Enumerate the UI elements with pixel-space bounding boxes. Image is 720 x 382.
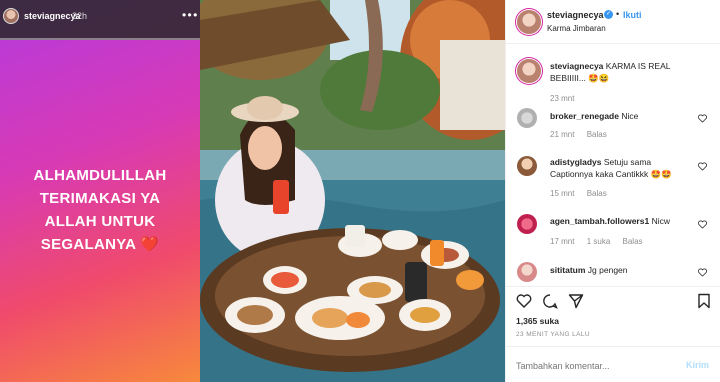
comment-text: broker_renegade Nice <box>550 110 690 122</box>
comment-username[interactable]: agen_tambah.followers1 <box>550 216 649 226</box>
comment-icon[interactable] <box>542 293 558 309</box>
story-line: ALHAMDULILLAH <box>33 167 167 184</box>
caption-text: steviagnecya KARMA IS REAL BEBIIIII... 🤩… <box>550 60 690 84</box>
comment-username[interactable]: broker_renegade <box>550 111 619 121</box>
commenter-avatar[interactable] <box>517 262 537 282</box>
story-avatar[interactable] <box>3 8 19 24</box>
verified-badge-icon: ✓ <box>604 10 613 19</box>
comment-text: agen_tambah.followers1 Nicw <box>550 215 690 227</box>
comment-username[interactable]: adistygladys <box>550 157 602 167</box>
header-separator: • <box>616 9 620 19</box>
comment-username[interactable]: sititatum <box>550 265 585 275</box>
post-details-panel: steviagnecya ✓ • Ikuti Karma Jimbaran st… <box>505 0 720 382</box>
add-comment-bar: Kirim <box>506 346 720 382</box>
add-comment-input[interactable] <box>516 359 676 373</box>
story-line: TERIMAKASI YA <box>39 190 161 207</box>
story-progress-bar <box>0 38 200 40</box>
comment-body: Jg pengen <box>587 265 628 275</box>
comment-likes[interactable]: 1 suka <box>587 237 611 246</box>
comment-body: Nice <box>621 111 639 121</box>
comment-body: Nicw <box>651 216 670 226</box>
follow-button[interactable]: Ikuti <box>623 10 642 20</box>
likes-count[interactable]: 1,365 suka <box>516 316 559 326</box>
post-time-ago: 23 MENIT YANG LALU <box>516 331 591 338</box>
story-time: 22h <box>72 11 88 21</box>
comment-time: 17 mnt <box>550 237 575 246</box>
caption-time: 23 mnt <box>550 94 575 103</box>
heart-emoji: ❤️ <box>140 236 160 253</box>
author-avatar[interactable] <box>517 10 541 34</box>
post-header: steviagnecya ✓ • Ikuti Karma Jimbaran <box>506 0 720 44</box>
more-options-icon[interactable]: • • • <box>182 8 197 22</box>
story-panel[interactable]: steviagnecya 22h • • • ALHAMDULILLAH TER… <box>0 0 200 382</box>
like-comment-heart-icon[interactable] <box>698 162 707 171</box>
comment-text: adistygladys Setuju sama Captionnya kaka… <box>550 156 690 180</box>
reply-button[interactable]: Balas <box>587 130 607 139</box>
share-icon[interactable] <box>568 293 584 309</box>
story-text: ALHAMDULILLAH TERIMAKASI YA ALLAH UNTUK … <box>10 164 190 256</box>
comment-meta: 21 mnt Balas <box>550 130 617 139</box>
commenter-avatar[interactable] <box>517 156 537 176</box>
commenter-avatar[interactable] <box>517 214 537 234</box>
story-line: ALLAH UNTUK <box>44 213 156 230</box>
reply-button[interactable]: Balas <box>587 189 607 198</box>
save-bookmark-icon[interactable] <box>697 293 711 309</box>
caption-avatar[interactable] <box>517 59 541 83</box>
comment-time: 15 mnt <box>550 189 575 198</box>
post-photo[interactable] <box>200 0 505 382</box>
comment-meta: 17 mnt 1 suka Balas <box>550 237 653 246</box>
commenter-avatar[interactable] <box>517 108 537 128</box>
post-location[interactable]: Karma Jimbaran <box>547 24 606 33</box>
comment-text: sititatum Jg pengen <box>550 264 690 276</box>
comment-time: 21 mnt <box>550 130 575 139</box>
caption-username[interactable]: steviagnecya <box>550 61 603 71</box>
like-comment-heart-icon[interactable] <box>698 220 707 229</box>
like-heart-icon[interactable] <box>516 293 532 309</box>
author-username[interactable]: steviagnecya <box>547 10 604 20</box>
caption-meta: 23 mnt <box>550 94 584 103</box>
post-photo-image <box>200 0 505 382</box>
story-line: SEGALANYA ❤️ <box>40 236 160 253</box>
reply-button[interactable]: Balas <box>623 237 643 246</box>
like-comment-heart-icon[interactable] <box>698 268 707 277</box>
comment-meta: 15 mnt Balas <box>550 189 617 198</box>
like-comment-heart-icon[interactable] <box>698 114 707 123</box>
post-comment-button[interactable]: Kirim <box>686 360 709 370</box>
